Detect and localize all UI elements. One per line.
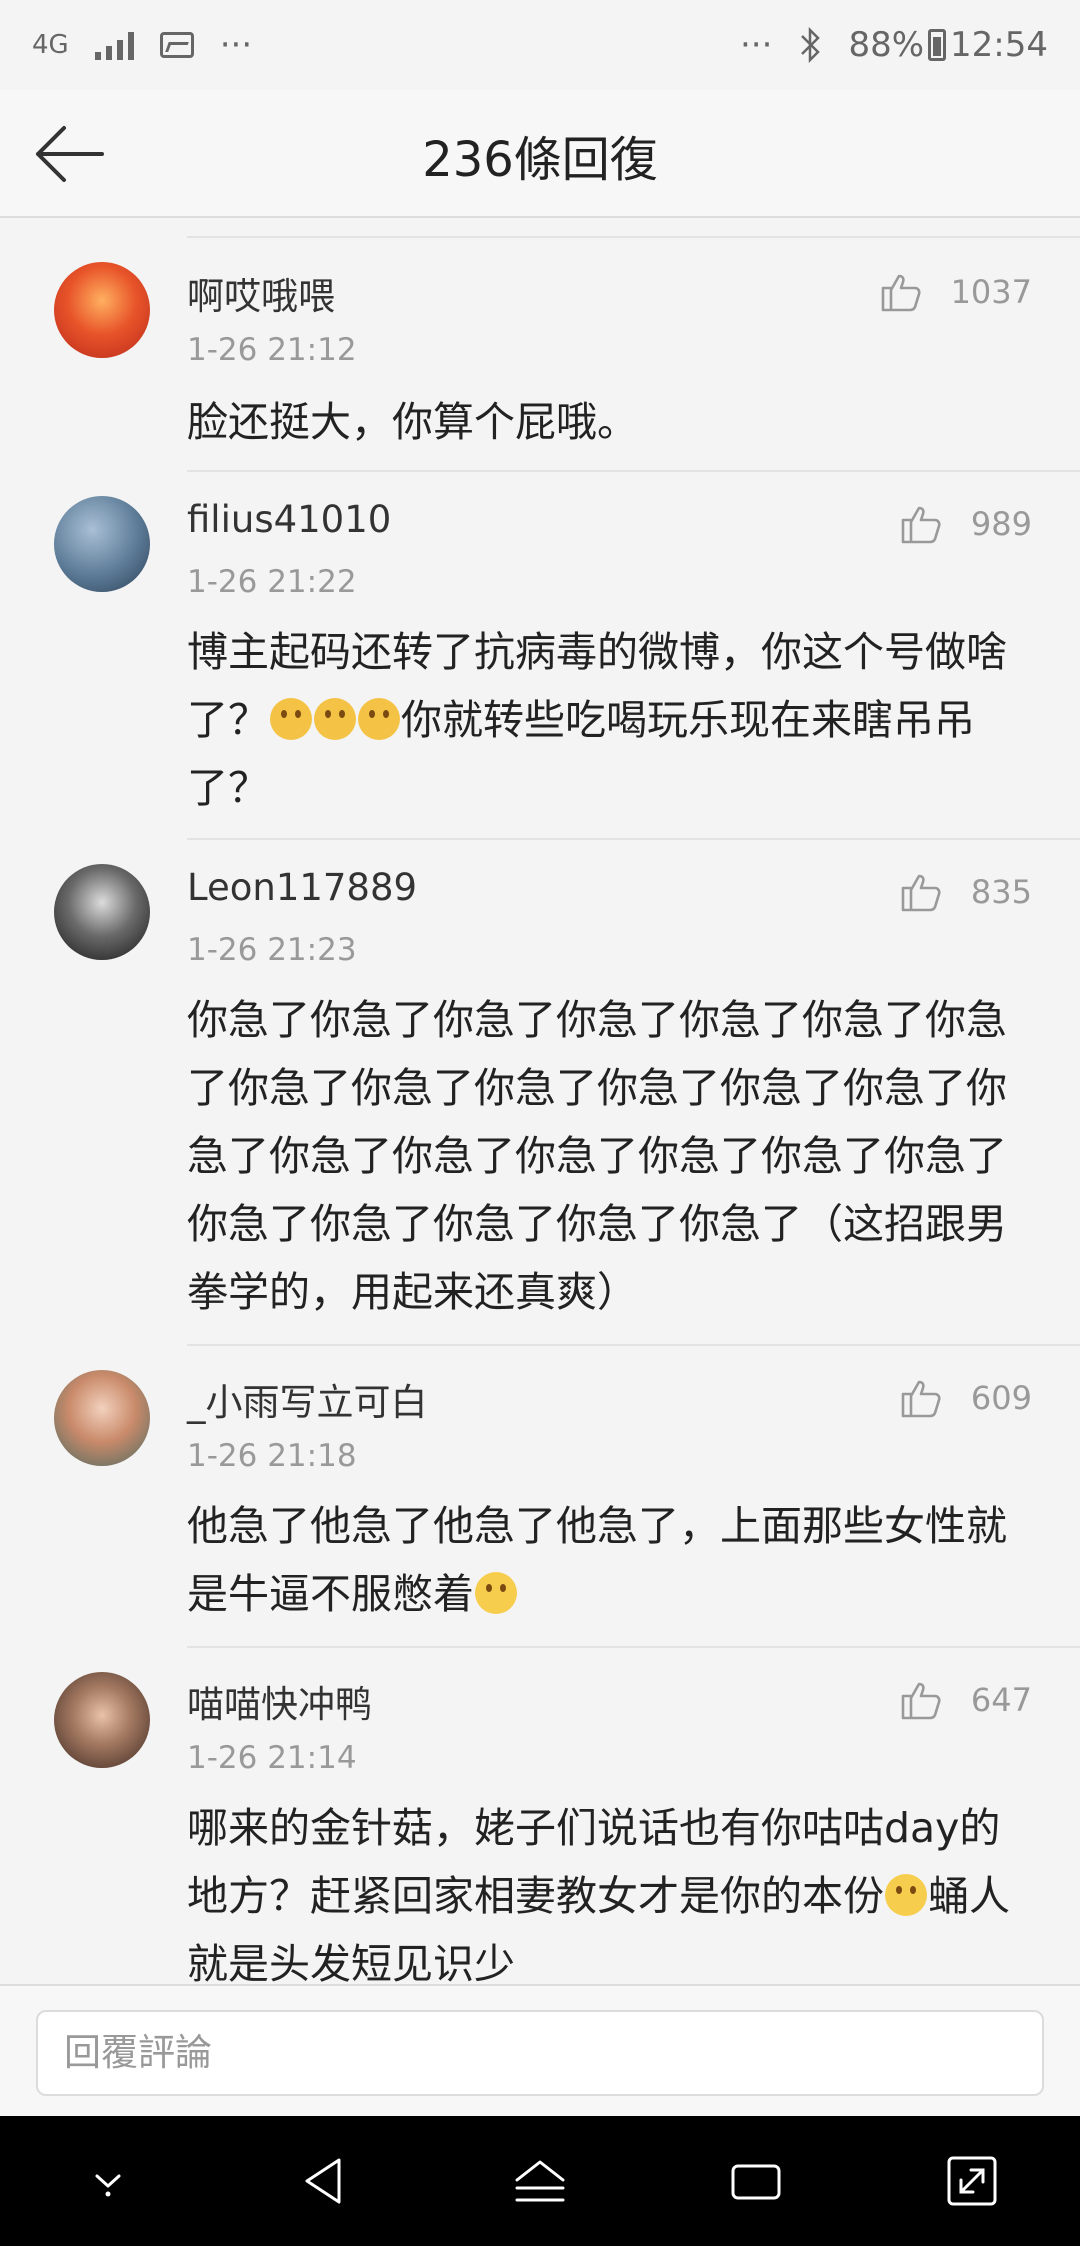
- reply-bar: 回覆評論: [0, 1984, 1080, 2116]
- like-count: 647: [970, 1681, 1032, 1719]
- comment-item: Leon117889 1-26 21:23 你急了你急了你急了你急了你急了你急了…: [0, 840, 1080, 1346]
- comment-text: 脸还挺大，你算个屁哦。: [187, 398, 638, 446]
- grin-emoji-icon: [885, 1874, 927, 1916]
- bluetooth-icon: [801, 27, 821, 63]
- home-nav-icon[interactable]: [509, 2150, 571, 2212]
- thumbs-up-icon: [901, 1380, 941, 1418]
- confused-emoji-icon: [270, 698, 312, 740]
- comment-timestamp: 1-26 21:22: [187, 564, 357, 600]
- like-button[interactable]: 1037: [877, 268, 1032, 316]
- top-divider: [187, 236, 1080, 238]
- comment-username[interactable]: filius41010: [187, 498, 391, 541]
- comment-timestamp: 1-26 21:14: [187, 1740, 357, 1776]
- like-button[interactable]: 989: [897, 500, 1032, 548]
- signal-icon: [94, 30, 134, 60]
- expand-icon[interactable]: [941, 2150, 1003, 2212]
- comment-item: _小雨写立可白 1-26 21:18 他急了他急了他急了他急了，上面那些女性就是…: [0, 1346, 1080, 1648]
- status-bar: 4G ··· ··· 88% 12:54: [0, 0, 1080, 90]
- avatar[interactable]: [54, 262, 150, 358]
- comment-text-part: 他急了他急了他急了他急了，上面那些女性就是牛逼不服憋着: [187, 1502, 1007, 1618]
- more-status-icon: ···: [740, 25, 773, 65]
- confused-emoji-icon: [314, 698, 356, 740]
- comment-text-part: 哪来的金针菇，姥子们说话也有你咕咕day的地方？赶紧回家相妻教女才是你的本份: [187, 1804, 1001, 1920]
- comment-list: 啊哎哦喂 1-26 21:12 脸还挺大，你算个屁哦。 1037 filius4…: [0, 220, 1080, 1984]
- comment-timestamp: 1-26 21:18: [187, 1438, 357, 1474]
- reply-input[interactable]: 回覆評論: [36, 2010, 1044, 2096]
- comment-username[interactable]: _小雨写立可白: [187, 1372, 428, 1426]
- image-icon: [159, 32, 194, 58]
- comment-item: filius41010 1-26 21:22 博主起码还转了抗病毒的微博，你这个…: [0, 472, 1080, 840]
- comment-username[interactable]: 啊哎哦喂: [187, 266, 335, 320]
- back-nav-icon[interactable]: [293, 2150, 355, 2212]
- avatar[interactable]: [54, 1370, 150, 1466]
- clock: 12:54: [950, 25, 1048, 65]
- thumbs-up-icon: [901, 1682, 941, 1720]
- thumbs-up-icon: [901, 874, 941, 912]
- comment-username[interactable]: 喵喵快冲鸭: [187, 1674, 372, 1728]
- like-button[interactable]: 835: [897, 868, 1032, 916]
- like-count: 989: [970, 505, 1032, 543]
- comment-username[interactable]: Leon117889: [187, 866, 417, 909]
- like-count: 1037: [950, 273, 1032, 311]
- like-count: 609: [970, 1379, 1032, 1417]
- battery-percent: 88%: [848, 25, 925, 65]
- like-button[interactable]: 609: [897, 1374, 1032, 1422]
- recents-nav-icon[interactable]: [725, 2150, 787, 2212]
- thumbs-up-icon: [901, 506, 941, 544]
- header: 236條回復: [0, 90, 1080, 218]
- thumbs-up-icon: [881, 274, 921, 312]
- avatar[interactable]: [54, 496, 150, 592]
- chevron-down-icon[interactable]: [77, 2150, 139, 2212]
- smile-emoji-icon: [475, 1572, 517, 1614]
- avatar[interactable]: [54, 864, 150, 960]
- comment-text: 你急了你急了你急了你急了你急了你急了你急了你急了你急了你急了你急了你急了你急了你…: [187, 996, 1007, 1316]
- battery-icon: [928, 29, 947, 61]
- like-button[interactable]: 647: [897, 1676, 1032, 1724]
- comment-item: 啊哎哦喂 1-26 21:12 脸还挺大，你算个屁哦。 1037: [0, 220, 1080, 472]
- more-notifications-icon: ···: [219, 25, 253, 65]
- comment-text: 他急了他急了他急了他急了，上面那些女性就是牛逼不服憋着: [187, 1492, 1037, 1628]
- comment-text: 哪来的金针菇，姥子们说话也有你咕咕day的地方？赶紧回家相妻教女才是你的本份 蛹人…: [187, 1794, 1037, 1984]
- confused-emoji-icon: [358, 698, 400, 740]
- comment-item: 喵喵快冲鸭 1-26 21:14 哪来的金针菇，姥子们说话也有你咕咕day的地方…: [0, 1648, 1080, 1984]
- like-count: 835: [970, 873, 1032, 911]
- page-title: 236條回復: [422, 132, 658, 188]
- comment-text: 博主起码还转了抗病毒的微博，你这个号做啥了？ 你就转些吃喝玩乐现在来瞎吊吊了？: [187, 618, 1037, 822]
- network-type: 4G: [32, 30, 69, 60]
- comment-timestamp: 1-26 21:23: [187, 932, 357, 968]
- avatar[interactable]: [54, 1672, 150, 1768]
- navigation-bar: [0, 2116, 1080, 2246]
- comment-timestamp: 1-26 21:12: [187, 332, 357, 368]
